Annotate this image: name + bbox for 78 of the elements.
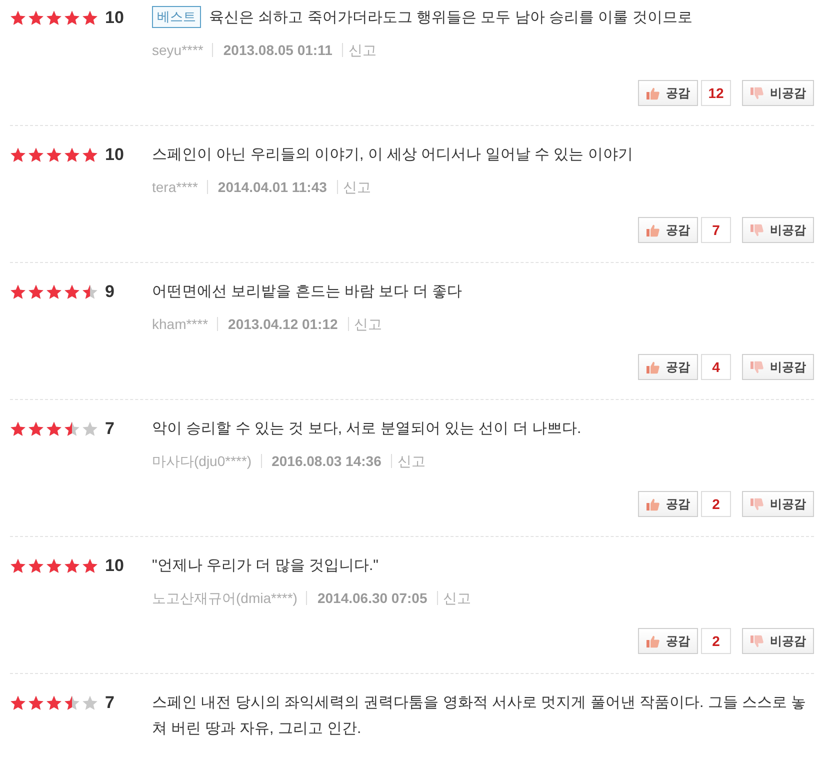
like-count: 2	[701, 491, 731, 517]
thumbs-down-icon	[750, 634, 764, 648]
star-icon	[10, 558, 26, 574]
star-icon	[64, 421, 80, 437]
review-text: 악이 승리할 수 있는 것 보다, 서로 분열되어 있는 선이 더 나쁘다.	[152, 419, 582, 439]
review-text: "언제나 우리가 더 많을 것입니다."	[152, 556, 378, 576]
review-text: 스페인 내전 당시의 좌익세력의 권력다툼을 영화적 서사로 멋지게 풀어낸 작품이다. 그들 스스로 놓쳐 버린 땅과 자유, 그리고 인간.	[152, 693, 808, 739]
thumbs-up-icon	[646, 86, 660, 100]
like-button[interactable]: 공감	[638, 491, 698, 517]
star-icon	[28, 10, 44, 26]
thumbs-down-icon	[750, 498, 764, 510]
star-icon	[10, 147, 26, 163]
star-icon	[28, 147, 44, 163]
dislike-button[interactable]: 비공감	[742, 217, 814, 243]
star-icon	[82, 558, 98, 574]
dislike-button[interactable]: 비공감	[742, 628, 814, 654]
review-date: 2016.08.03 14:36	[260, 454, 392, 468]
star-icon	[82, 147, 98, 163]
review-text: 육신은 쇠하고 죽어가더라도그 행위들은 모두 남아 승리를 이룰 것이므로	[209, 8, 692, 28]
thumbs-up-icon	[646, 634, 660, 648]
review-date: 2013.04.12 01:12	[217, 317, 348, 331]
star-icon	[82, 10, 98, 26]
star-icon	[46, 558, 62, 574]
star-icon	[10, 10, 26, 26]
like-count: 4	[701, 354, 731, 380]
like-button[interactable]: 공감	[638, 628, 698, 654]
thumbs-down-icon	[750, 360, 764, 374]
dislike-button[interactable]: 비공감	[742, 80, 814, 106]
star-icon	[64, 10, 80, 26]
thumbs-up-icon	[646, 360, 660, 374]
star-icon	[64, 558, 80, 574]
star-icon	[64, 284, 80, 300]
star-icon	[82, 284, 98, 300]
score: 9	[105, 282, 114, 302]
author-name: 마사다(dju0****)	[152, 452, 253, 471]
like-count: 2	[701, 628, 731, 654]
thumbs-up-icon	[646, 224, 660, 236]
like-button[interactable]: 공감	[638, 217, 698, 243]
star-icon	[46, 10, 62, 26]
star-icon	[28, 421, 44, 437]
author-name: tera****	[152, 178, 199, 196]
score: 10	[105, 556, 124, 576]
star-icon	[46, 421, 62, 437]
score: 10	[105, 145, 124, 165]
review-date: 2013.08.05 01:11	[212, 43, 342, 57]
best-badge: 베스트	[152, 6, 201, 28]
like-count: 7	[701, 217, 731, 243]
thumbs-up-icon	[646, 498, 660, 510]
review-text: 스페인이 아닌 우리들의 이야기, 이 세상 어디서나 일어날 수 있는 이야기	[152, 145, 633, 165]
star-icon	[28, 558, 44, 574]
thumbs-down-icon	[750, 86, 764, 100]
star-icon	[82, 695, 98, 711]
review-date: 2014.04.01 11:43	[206, 180, 337, 194]
score: 7	[105, 693, 114, 713]
dislike-button[interactable]: 비공감	[742, 354, 814, 380]
star-icon	[64, 147, 80, 163]
review-date: 2014.06.30 07:05	[306, 591, 438, 605]
like-button[interactable]: 공감	[638, 354, 698, 380]
thumbs-down-icon	[750, 224, 764, 236]
review-text: 어떤면에선 보리밭을 흔드는 바람 보다 더 좋다	[152, 282, 462, 302]
star-icon	[46, 147, 62, 163]
dislike-button[interactable]: 비공감	[742, 491, 814, 517]
score: 7	[105, 419, 114, 439]
author-name: kham****	[152, 314, 210, 334]
author-name: seyu****	[152, 40, 204, 60]
star-icon	[46, 695, 62, 711]
score: 10	[105, 8, 124, 28]
star-icon	[28, 284, 44, 300]
star-icon	[10, 421, 26, 437]
like-button[interactable]: 공감	[638, 80, 698, 106]
star-icon	[10, 284, 26, 300]
star-icon	[46, 284, 62, 300]
star-icon	[64, 695, 80, 711]
star-icon	[82, 421, 98, 437]
like-count: 12	[701, 80, 731, 106]
star-icon	[28, 695, 44, 711]
star-icon	[10, 695, 26, 711]
author-name: 노고산재규어(dmia****)	[152, 588, 298, 608]
